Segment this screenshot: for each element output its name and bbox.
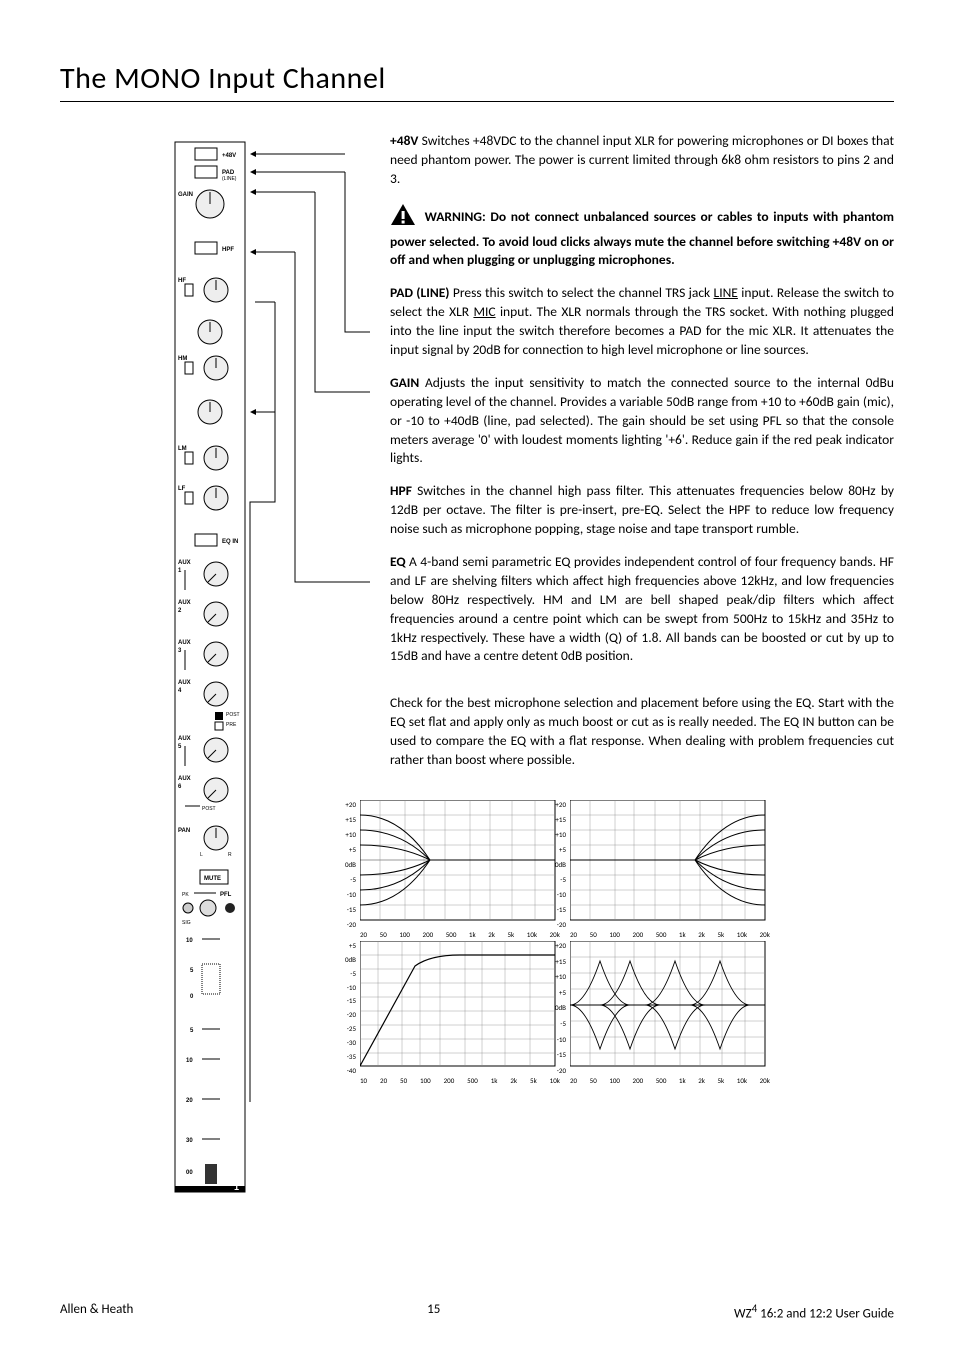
chart-hpf: +50dB-5-10-15-20-25-30-35-40 10205010020…: [360, 941, 560, 1075]
svg-text:AUX: AUX: [178, 640, 191, 646]
channel-strip-diagram: +48V PAD (LINE) GAIN HPF HF HM LM: [60, 132, 370, 1215]
svg-text:HF: HF: [178, 278, 186, 284]
svg-text:POST: POST: [226, 712, 240, 718]
footer-page: 15: [427, 1302, 440, 1321]
chart-lf-shelf: +20+15+10+50dB-5-10-15-20 20501002005001…: [360, 800, 560, 929]
svg-text:GAIN: GAIN: [178, 192, 193, 198]
p-gain: GAIN Adjusts the input sensitivity to ma…: [390, 374, 894, 468]
page-title: The MONO Input Channel: [60, 60, 894, 102]
svg-text:10: 10: [186, 938, 193, 944]
svg-text:30: 30: [186, 1138, 193, 1144]
svg-text:R: R: [228, 852, 232, 858]
p-hpf: HPF Switches in the channel high pass fi…: [390, 482, 894, 539]
p-warning: WARNING: Do not connect unbalanced sourc…: [390, 203, 894, 271]
svg-text:PAN: PAN: [178, 828, 190, 834]
warning-icon: [390, 203, 416, 233]
svg-text:AUX: AUX: [178, 776, 191, 782]
page-footer: Allen & Heath 15 WZ4 16:2 and 12:2 User …: [60, 1302, 894, 1321]
svg-text:HPF: HPF: [222, 247, 234, 253]
p-eq2: Check for the best microphone selection …: [390, 694, 894, 770]
svg-text:+48V: +48V: [222, 153, 236, 159]
svg-text:L: L: [200, 852, 203, 858]
eq-charts: +20+15+10+50dB-5-10-15-20 20501002005001…: [360, 800, 864, 1075]
svg-text:PFL: PFL: [220, 892, 232, 898]
chart-hf-shelf: +20+15+10+50dB-5-10-15-20 20501002005001…: [570, 800, 770, 929]
svg-text:AUX: AUX: [178, 600, 191, 606]
chart-mid-peak: +20+15+10+50dB-5-10-15-20 20501002005001…: [570, 941, 770, 1075]
svg-text:PK: PK: [182, 892, 189, 898]
svg-text:(LINE): (LINE): [222, 176, 237, 182]
svg-text:EQ IN: EQ IN: [222, 539, 238, 545]
footer-left: Allen & Heath: [60, 1302, 133, 1321]
svg-text:00: 00: [186, 1170, 193, 1176]
svg-text:AUX: AUX: [178, 736, 191, 742]
svg-text:AUX: AUX: [178, 680, 191, 686]
svg-text:SIG: SIG: [182, 920, 191, 926]
svg-text:20: 20: [186, 1098, 193, 1104]
svg-text:PRE: PRE: [226, 722, 237, 728]
svg-text:LF: LF: [178, 486, 186, 492]
svg-text:10: 10: [186, 1058, 193, 1064]
svg-text:LM: LM: [178, 446, 187, 452]
p-eq: EQ A 4-band semi parametric EQ provides …: [390, 553, 894, 666]
svg-text:HM: HM: [178, 356, 187, 362]
p-48v: +48V Switches +48VDC to the channel inpu…: [390, 132, 894, 189]
p-pad: PAD (LINE) Press this switch to select t…: [390, 284, 894, 360]
svg-text:1: 1: [234, 1182, 239, 1192]
svg-text:AUX: AUX: [178, 560, 191, 566]
footer-right: WZ4 16:2 and 12:2 User Guide: [734, 1302, 894, 1321]
svg-text:POST: POST: [202, 806, 216, 812]
svg-text:MUTE: MUTE: [204, 876, 221, 882]
